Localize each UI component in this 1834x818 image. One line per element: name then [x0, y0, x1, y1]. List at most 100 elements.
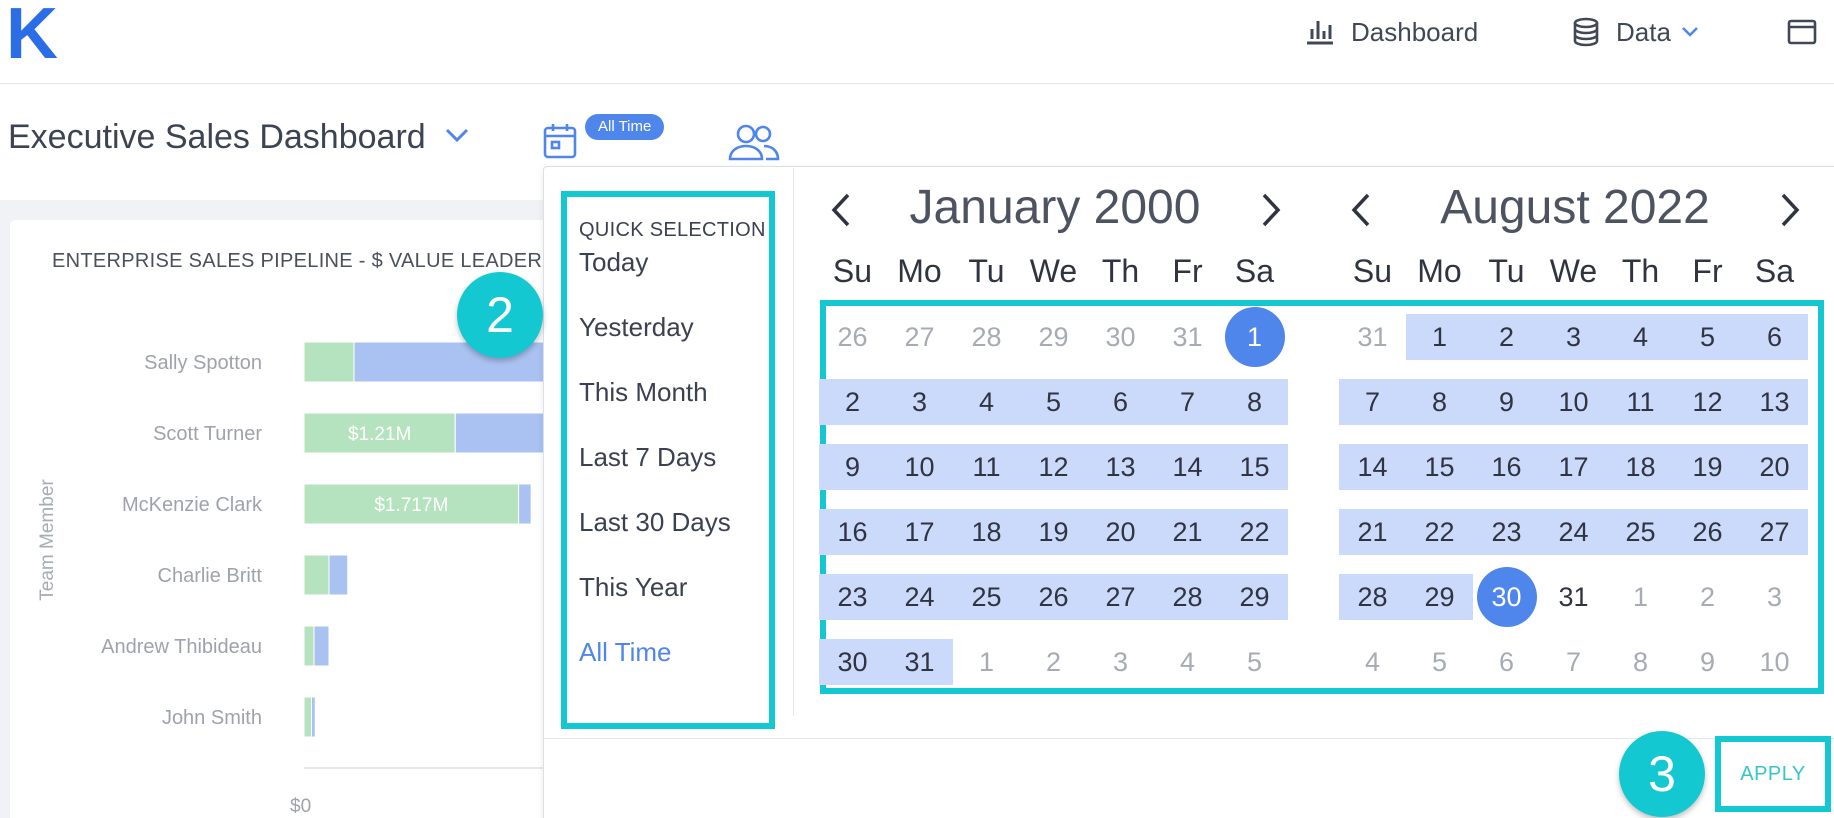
prev-month-left-button[interactable]	[826, 190, 856, 234]
calendar-day[interactable]: 19	[1020, 509, 1087, 555]
calendar-day[interactable]: 2	[1020, 639, 1087, 685]
calendar-day[interactable]: 13	[1087, 444, 1154, 490]
users-icon[interactable]	[728, 123, 780, 166]
calendar-day[interactable]: 4	[953, 379, 1020, 425]
bar-segment[interactable]	[313, 625, 330, 667]
calendar-day[interactable]: 1	[953, 639, 1020, 685]
calendar-day[interactable]: 31	[1154, 314, 1221, 360]
calendar-day[interactable]: 8	[1607, 639, 1674, 685]
calendar-day[interactable]: 6	[1087, 379, 1154, 425]
calendar-day[interactable]: 7	[1540, 639, 1607, 685]
calendar-day[interactable]: 2	[1473, 314, 1540, 360]
calendar-day[interactable]: 21	[1339, 509, 1406, 555]
calendar-day[interactable]: 7	[1339, 379, 1406, 425]
quick-item[interactable]: All Time	[579, 637, 671, 668]
calendar-day[interactable]: 23	[819, 574, 886, 620]
bar-segment[interactable]	[303, 696, 312, 738]
calendar-day[interactable]: 23	[1473, 509, 1540, 555]
calendar-day[interactable]: 12	[1020, 444, 1087, 490]
calendar-day[interactable]: 4	[1607, 314, 1674, 360]
calendar-day[interactable]: 15	[1406, 444, 1473, 490]
bar-segment[interactable]	[311, 696, 316, 738]
calendar-day[interactable]: 14	[1154, 444, 1221, 490]
calendar-day[interactable]: 5	[1406, 639, 1473, 685]
calendar-day[interactable]: 22	[1221, 509, 1288, 555]
calendar-day[interactable]: 9	[1674, 639, 1741, 685]
selected-day[interactable]: 30	[1473, 567, 1540, 627]
bar-segment[interactable]	[303, 554, 330, 596]
calendar-day[interactable]: 28	[1154, 574, 1221, 620]
calendar-day[interactable]: 30	[1087, 314, 1154, 360]
quick-item[interactable]: Yesterday	[579, 312, 694, 343]
calendar-day[interactable]: 15	[1221, 444, 1288, 490]
calendar-day[interactable]: 5	[1674, 314, 1741, 360]
calendar-day[interactable]: 16	[819, 509, 886, 555]
calendar-day[interactable]: 27	[886, 314, 953, 360]
calendar-day[interactable]: 30	[819, 639, 886, 685]
calendar-day[interactable]: 9	[819, 444, 886, 490]
nav-data[interactable]: Data	[1572, 14, 1699, 50]
calendar-day[interactable]: 8	[1221, 379, 1288, 425]
calendar-day[interactable]: 24	[1540, 509, 1607, 555]
quick-item[interactable]: Today	[579, 247, 648, 278]
calendar-icon[interactable]	[542, 122, 578, 165]
calendar-day[interactable]: 19	[1674, 444, 1741, 490]
window-icon[interactable]	[1787, 18, 1817, 51]
calendar-day[interactable]: 26	[1020, 574, 1087, 620]
bar-segment[interactable]	[353, 341, 560, 383]
calendar-day[interactable]: 27	[1087, 574, 1154, 620]
calendar-day[interactable]: 3	[886, 379, 953, 425]
quick-item[interactable]: This Year	[579, 572, 687, 603]
calendar-day[interactable]: 3	[1087, 639, 1154, 685]
calendar-day[interactable]: 18	[1607, 444, 1674, 490]
calendar-day[interactable]: 31	[1540, 574, 1607, 620]
calendar-day[interactable]: 20	[1741, 444, 1808, 490]
calendar-day[interactable]: 16	[1473, 444, 1540, 490]
calendar-day[interactable]: 11	[953, 444, 1020, 490]
calendar-day[interactable]: 29	[1406, 574, 1473, 620]
prev-month-right-button[interactable]	[1346, 190, 1376, 234]
apply-button[interactable]: APPLY	[1740, 763, 1806, 786]
calendar-day[interactable]: 26	[819, 314, 886, 360]
calendar-day[interactable]: 20	[1087, 509, 1154, 555]
calendar-day[interactable]: 10	[1741, 639, 1808, 685]
calendar-day[interactable]: 4	[1339, 639, 1406, 685]
calendar-day[interactable]: 17	[1540, 444, 1607, 490]
calendar-day[interactable]: 28	[1339, 574, 1406, 620]
calendar-day[interactable]: 2	[1674, 574, 1741, 620]
calendar-day[interactable]: 31	[1339, 314, 1406, 360]
calendar-day[interactable]: 21	[1154, 509, 1221, 555]
calendar-day[interactable]: 26	[1674, 509, 1741, 555]
quick-item[interactable]: Last 30 Days	[579, 507, 731, 538]
calendar-day[interactable]: 10	[886, 444, 953, 490]
next-month-right-button[interactable]	[1775, 190, 1805, 234]
quick-item[interactable]: Last 7 Days	[579, 442, 716, 473]
calendar-day[interactable]: 11	[1607, 379, 1674, 425]
calendar-day[interactable]: 4	[1154, 639, 1221, 685]
nav-dashboard[interactable]: Dashboard	[1305, 14, 1478, 50]
calendar-day[interactable]: 3	[1741, 574, 1808, 620]
calendar-day[interactable]: 22	[1406, 509, 1473, 555]
calendar-day[interactable]: 3	[1540, 314, 1607, 360]
calendar-day[interactable]: 5	[1221, 639, 1288, 685]
calendar-day[interactable]: 17	[886, 509, 953, 555]
calendar-day[interactable]: 10	[1540, 379, 1607, 425]
bar-segment[interactable]	[518, 483, 532, 525]
calendar-day[interactable]: 18	[953, 509, 1020, 555]
selected-day[interactable]: 1	[1221, 307, 1288, 367]
calendar-day[interactable]: 29	[1020, 314, 1087, 360]
bar-segment[interactable]	[303, 341, 355, 383]
calendar-day[interactable]: 6	[1473, 639, 1540, 685]
calendar-day[interactable]: 9	[1473, 379, 1540, 425]
quick-item[interactable]: This Month	[579, 377, 708, 408]
calendar-day[interactable]: 12	[1674, 379, 1741, 425]
bar-segment[interactable]	[303, 625, 315, 667]
calendar-day[interactable]: 7	[1154, 379, 1221, 425]
dashboard-dropdown-chevron-icon[interactable]	[444, 127, 470, 148]
calendar-day[interactable]: 1	[1607, 574, 1674, 620]
next-month-left-button[interactable]	[1256, 190, 1286, 234]
bar-segment[interactable]	[328, 554, 349, 596]
calendar-day[interactable]: 31	[886, 639, 953, 685]
date-filter-badge[interactable]: All Time	[585, 114, 665, 140]
calendar-day[interactable]: 28	[953, 314, 1020, 360]
